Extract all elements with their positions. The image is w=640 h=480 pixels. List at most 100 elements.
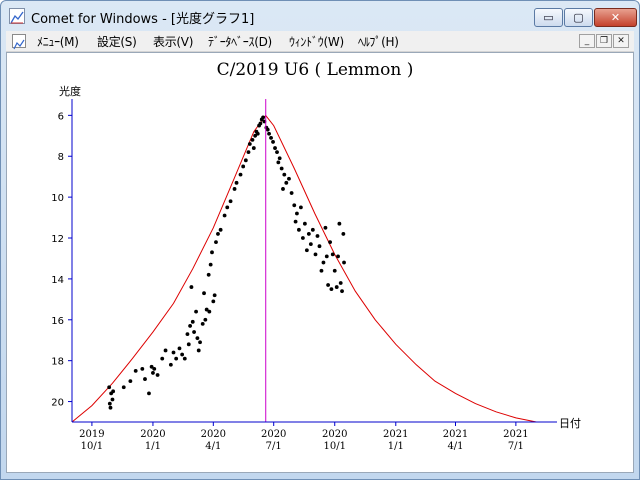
observation-point bbox=[107, 401, 112, 406]
y-tick-label: 10 bbox=[51, 193, 64, 204]
menu-item-view[interactable]: 表示(V) bbox=[153, 33, 193, 50]
observation-point bbox=[313, 252, 318, 257]
observation-point bbox=[277, 156, 282, 161]
menu-item-database[interactable]: ﾃﾞｰﾀﾍﾞｰｽ(D) bbox=[208, 33, 272, 50]
observation-point bbox=[180, 352, 185, 357]
observation-point bbox=[271, 140, 275, 144]
observation-point bbox=[306, 232, 311, 236]
observation-point bbox=[317, 244, 322, 249]
observation-point bbox=[292, 203, 297, 208]
x-tick-label-year: 2020 bbox=[201, 429, 226, 440]
observation-point bbox=[279, 166, 284, 171]
observation-point bbox=[110, 397, 115, 402]
observation-point bbox=[337, 221, 342, 226]
menu-item-menu[interactable]: ﾒﾆｭｰ(M) bbox=[37, 33, 79, 50]
observation-point bbox=[133, 368, 138, 373]
observation-point bbox=[267, 131, 271, 136]
observation-point bbox=[147, 391, 151, 396]
mdi-restore-button[interactable]: ❐ bbox=[596, 34, 612, 48]
maximize-button[interactable]: ▢ bbox=[564, 8, 593, 27]
observation-point bbox=[281, 187, 285, 191]
minimize-button[interactable]: ▭ bbox=[534, 8, 563, 27]
x-tick-label-date: 4/1 bbox=[447, 441, 463, 452]
menu-item-settings[interactable]: 設定(S) bbox=[97, 33, 137, 50]
observation-point bbox=[182, 356, 187, 361]
observation-point bbox=[203, 317, 208, 322]
observation-point bbox=[128, 379, 133, 384]
y-tick-label: 12 bbox=[51, 234, 64, 245]
observation-point bbox=[282, 172, 287, 177]
observation-point bbox=[212, 293, 217, 298]
x-tick-label-year: 2021 bbox=[383, 429, 408, 440]
observation-point bbox=[218, 227, 223, 232]
menu-item-help[interactable]: ﾍﾙﾌﾟ(H) bbox=[358, 33, 399, 50]
observation-point bbox=[160, 356, 165, 361]
x-tick-label-date: 7/1 bbox=[508, 441, 524, 452]
observation-point bbox=[188, 324, 192, 328]
observation-point bbox=[210, 250, 214, 255]
x-tick-label-year: 2021 bbox=[503, 429, 528, 440]
observation-point bbox=[207, 309, 212, 314]
close-button[interactable]: ✕ bbox=[594, 8, 637, 27]
observation-point bbox=[140, 366, 145, 371]
x-tick-label-date: 10/1 bbox=[324, 441, 346, 452]
observation-point bbox=[293, 219, 298, 224]
observation-point bbox=[250, 137, 255, 142]
y-tick-label: 8 bbox=[58, 152, 64, 163]
document-graph-icon[interactable] bbox=[12, 34, 26, 50]
model-light-curve bbox=[71, 114, 537, 423]
observation-point bbox=[151, 371, 155, 375]
observation-point bbox=[198, 340, 202, 345]
observation-point bbox=[340, 289, 344, 294]
observation-point bbox=[206, 272, 211, 277]
observation-point bbox=[342, 260, 346, 265]
observation-point bbox=[228, 199, 233, 204]
observation-point bbox=[265, 127, 270, 132]
app-window: Comet for Windows - [光度グラフ1] ▭ ▢ ✕ ﾒﾆｭｰ(… bbox=[0, 0, 640, 480]
observation-point bbox=[330, 252, 335, 257]
observation-point bbox=[297, 227, 301, 232]
menu-item-window[interactable]: ｳｨﾝﾄﾞｳ(W) bbox=[289, 33, 344, 50]
y-tick-label: 14 bbox=[51, 275, 64, 286]
observation-point bbox=[261, 115, 265, 120]
observation-point bbox=[298, 205, 303, 210]
observation-point bbox=[315, 234, 320, 238]
observation-point bbox=[174, 356, 179, 361]
observation-point bbox=[332, 268, 337, 273]
observation-point bbox=[171, 350, 176, 355]
observation-point bbox=[225, 205, 230, 210]
observation-point bbox=[192, 330, 196, 334]
observation-point bbox=[232, 187, 237, 191]
observation-point bbox=[211, 299, 216, 304]
observation-point bbox=[326, 283, 331, 287]
observation-point bbox=[247, 142, 252, 146]
observation-point bbox=[163, 348, 168, 353]
x-axis-label: 日付 bbox=[559, 417, 581, 430]
observation-point bbox=[334, 285, 339, 289]
observation-point bbox=[111, 389, 116, 394]
observation-point bbox=[246, 150, 251, 155]
menu-bar: ﾒﾆｭｰ(M) 設定(S) 表示(V) ﾃﾞｰﾀﾍﾞｰｽ(D) ｳｨﾝﾄﾞｳ(W… bbox=[6, 31, 634, 52]
observation-point bbox=[216, 232, 220, 236]
graph-icon bbox=[9, 8, 25, 24]
observation-point bbox=[336, 254, 340, 259]
observation-point bbox=[143, 377, 147, 381]
observation-point bbox=[214, 240, 218, 245]
observation-point bbox=[189, 285, 194, 289]
chart-title: C/2019 U6 ( Lemmon ) bbox=[217, 60, 414, 80]
x-tick-label-year: 2020 bbox=[261, 429, 286, 440]
observation-point bbox=[190, 319, 195, 324]
observation-point bbox=[194, 309, 198, 314]
observation-point bbox=[208, 262, 213, 267]
observation-point bbox=[202, 291, 206, 296]
title-bar[interactable]: Comet for Windows - [光度グラフ1] ▭ ▢ ✕ bbox=[1, 1, 639, 31]
mdi-minimize-button[interactable]: _ bbox=[579, 34, 595, 48]
mdi-close-button[interactable]: ✕ bbox=[613, 34, 629, 48]
y-tick-label: 6 bbox=[58, 111, 64, 122]
observation-point bbox=[107, 385, 112, 390]
observation-point bbox=[321, 260, 326, 265]
graph-pane: C/2019 U6 ( Lemmon ) 光度 日付 6 8 10 12 14 16 18 2… bbox=[6, 52, 634, 473]
observation-point bbox=[273, 146, 277, 150]
observation-point bbox=[319, 268, 324, 273]
observation-point bbox=[304, 248, 309, 253]
